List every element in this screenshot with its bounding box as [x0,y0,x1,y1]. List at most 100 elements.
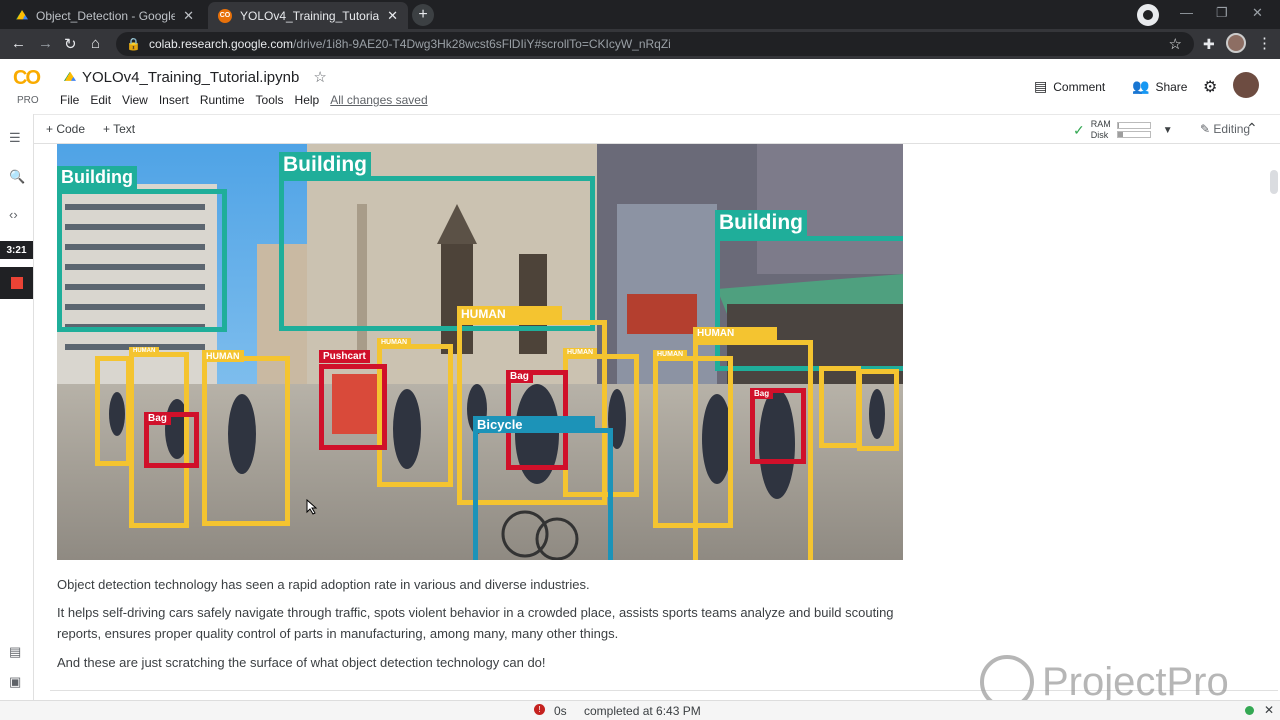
reload-icon[interactable]: ↻ [64,35,77,53]
detection-label-human: HUMAN [653,350,688,359]
stop-recording-button[interactable] [0,267,33,299]
menu-edit[interactable]: Edit [90,93,111,107]
chevron-up-icon[interactable]: ⌃ [1246,120,1258,137]
ram-meter [1116,122,1151,129]
detection-label-human: HUMAN [693,327,777,340]
menu-help[interactable]: Help [295,93,320,107]
gear-icon[interactable]: ⚙ [1203,77,1217,97]
colab-icon: CO [218,8,232,23]
url-field[interactable]: 🔒 colab.research.google.com/drive/1i8h-9… [116,32,1194,56]
detection-label-building: Building [715,210,807,236]
text-cell-paragraph: And these are just scratching the surfac… [57,655,546,670]
table-of-contents-icon[interactable]: ☰ [9,130,21,146]
comment-icon: ▤ [1034,78,1048,94]
menu-file[interactable]: File [60,93,79,107]
editing-mode-button[interactable]: ✎ Editing [1200,122,1250,136]
detection-label-human: HUMAN [563,348,598,357]
comment-button[interactable]: ▤ Comment [1034,78,1105,95]
detection-label-bag: Bag [506,370,533,383]
back-icon[interactable]: ← [11,35,26,52]
tab-title: Object_Detection - Google Drive [36,8,176,23]
disk-meter-fill [1117,132,1123,137]
detection-label-pushcart: Pushcart [319,350,370,363]
disk-meter [1116,131,1151,138]
close-icon[interactable]: ✕ [387,8,398,24]
detection-label-human: HUMAN [457,306,562,322]
menu-bar: File Edit View Insert Runtime Tools Help… [60,93,428,107]
command-palette-icon[interactable]: ▤ [9,644,21,660]
lock-icon: 🔒 [126,37,141,51]
error-icon[interactable]: ! [534,704,545,715]
menu-runtime[interactable]: Runtime [200,93,245,107]
menu-insert[interactable]: Insert [159,93,189,107]
detection-label-bicycle: Bicycle [473,416,595,433]
left-sidebar: ☰ 🔍 ‹› ▤ ▣ [0,114,34,704]
detection-label-human: HUMAN [129,347,160,355]
share-button[interactable]: 👥 Share [1132,78,1187,95]
status-bar: ! 0s completed at 6:43 PM ✕ [0,700,1280,720]
completion-time[interactable]: completed at 6:43 PM [584,704,701,718]
chevron-down-icon[interactable]: ▼ [1163,125,1173,136]
forward-icon[interactable]: → [38,35,53,52]
notebook-title-area: YOLOv4_Training_Tutorial.ipynb ☆ [64,68,327,86]
comment-label: Comment [1053,79,1106,94]
new-tab-button[interactable]: + [412,4,434,26]
tab-colab-notebook[interactable]: CO YOLOv4_Training_Tutorial.ipynb ✕ [208,2,408,29]
detection-box-human [95,356,131,466]
search-icon[interactable]: 🔍 [9,169,25,185]
maximize-icon[interactable]: ❐ [1216,5,1228,21]
detection-box-human [857,369,899,451]
terminal-icon[interactable]: ▣ [9,674,21,690]
tab-google-drive[interactable]: Object_Detection - Google Drive ✕ [6,2,204,29]
notebook-title[interactable]: YOLOv4_Training_Tutorial.ipynb [82,69,299,86]
menu-view[interactable]: View [122,93,148,107]
share-people-icon: 👥 [1132,78,1150,94]
add-code-button[interactable]: + Code [46,122,85,136]
star-icon[interactable]: ☆ [313,68,326,86]
browser-menu-icon[interactable]: ⋮ [1257,34,1272,52]
watermark-text: ProjectPro [1042,659,1229,704]
resource-monitor[interactable]: ✓ RAM Disk ▼ [1073,119,1173,141]
url-path: /drive/1i8h-9AE20-T4Dwg3Hk28wcst6sFlDIiY… [293,37,671,51]
save-status[interactable]: All changes saved [330,93,427,107]
connection-status-icon [1245,706,1254,715]
avatar[interactable] [1233,72,1259,98]
bookmark-star-icon[interactable]: ☆ [1169,35,1182,53]
minimize-icon[interactable]: — [1180,5,1193,20]
url-domain: colab.research.google.com [148,37,294,51]
detection-box-human [202,356,290,526]
close-icon[interactable]: ✕ [1264,703,1274,717]
detection-box-bicycle [473,428,613,560]
editing-label: Editing [1213,122,1251,136]
detection-label-human: HUMAN [377,338,412,347]
detection-box-building [57,189,227,332]
add-text-button[interactable]: + Text [103,122,135,136]
home-icon[interactable]: ⌂ [91,35,100,52]
disk-label: Disk [1090,130,1109,140]
scrollbar-thumb[interactable] [1270,170,1278,194]
media-control-icon[interactable] [1137,4,1159,26]
mouse-cursor-icon [306,499,318,515]
logo-text: CO [13,67,41,89]
detection-box-bag [750,388,806,464]
connected-check-icon: ✓ [1073,121,1085,138]
pencil-icon: ✎ [1200,122,1211,136]
ram-meter-fill [1117,123,1120,128]
browser-tab-strip: Object_Detection - Google Drive ✕ CO YOL… [0,0,1280,29]
window-close-icon[interactable]: ✕ [1252,5,1263,21]
detection-box-human [819,366,861,448]
code-snippets-icon[interactable]: ‹› [9,207,18,222]
extensions-icon[interactable]: ✚ [1203,36,1215,53]
colab-logo[interactable]: CO PRO [13,68,47,111]
detection-box-human [377,344,453,487]
detection-label-building: Building [57,166,137,189]
menu-tools[interactable]: Tools [256,93,284,107]
ram-label: RAM [1090,119,1111,129]
colab-header: CO PRO YOLOv4_Training_Tutorial.ipynb ☆ … [0,59,1280,114]
stop-icon [10,277,23,289]
detection-label-bag: Bag [750,388,774,399]
object-detection-image: Building Building Building HUMAN HUMAN H… [57,144,903,560]
profile-avatar[interactable] [1226,33,1246,53]
logo-pro-badge: PRO [17,95,39,106]
close-icon[interactable]: ✕ [183,8,194,24]
